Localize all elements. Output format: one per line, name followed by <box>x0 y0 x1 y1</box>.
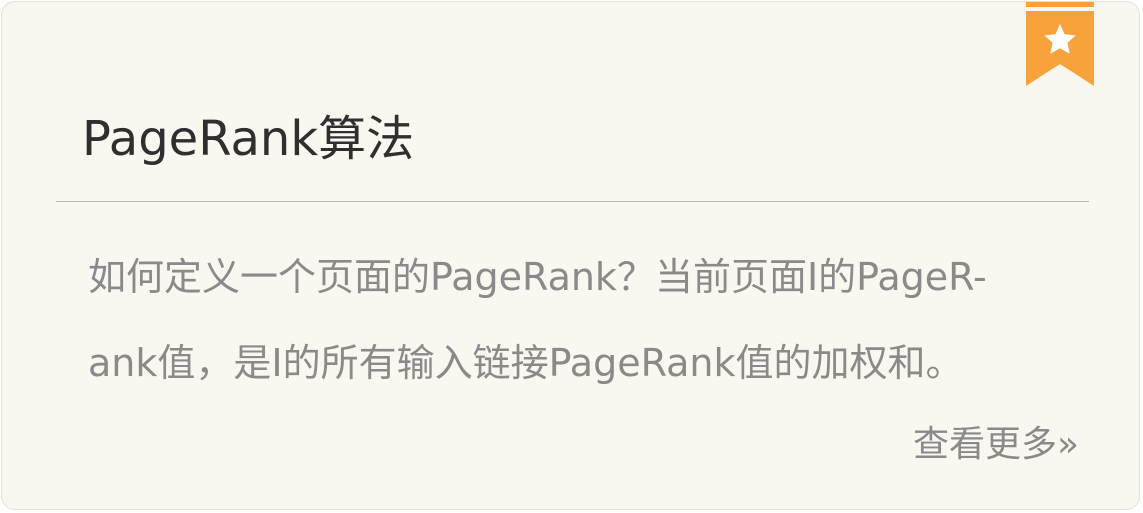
badge-top-strip <box>1026 2 1094 7</box>
title-divider <box>56 201 1089 202</box>
description-line: 如何定义一个页面的PageRank？当前页面I的PageR- <box>88 255 987 299</box>
description-line: ank值，是I的所有输入链接PageRank值的加权和。 <box>88 341 964 385</box>
badge-ribbon <box>1026 11 1094 86</box>
card-description: 如何定义一个页面的PageRank？当前页面I的PageR- ank值，是I的所… <box>88 234 1078 406</box>
card-title: PageRank算法 <box>82 111 415 167</box>
star-bookmark-icon <box>1026 2 1094 86</box>
view-more-link[interactable]: 查看更多» <box>913 420 1079 470</box>
content-card: PageRank算法 如何定义一个页面的PageRank？当前页面I的PageR… <box>1 1 1140 510</box>
